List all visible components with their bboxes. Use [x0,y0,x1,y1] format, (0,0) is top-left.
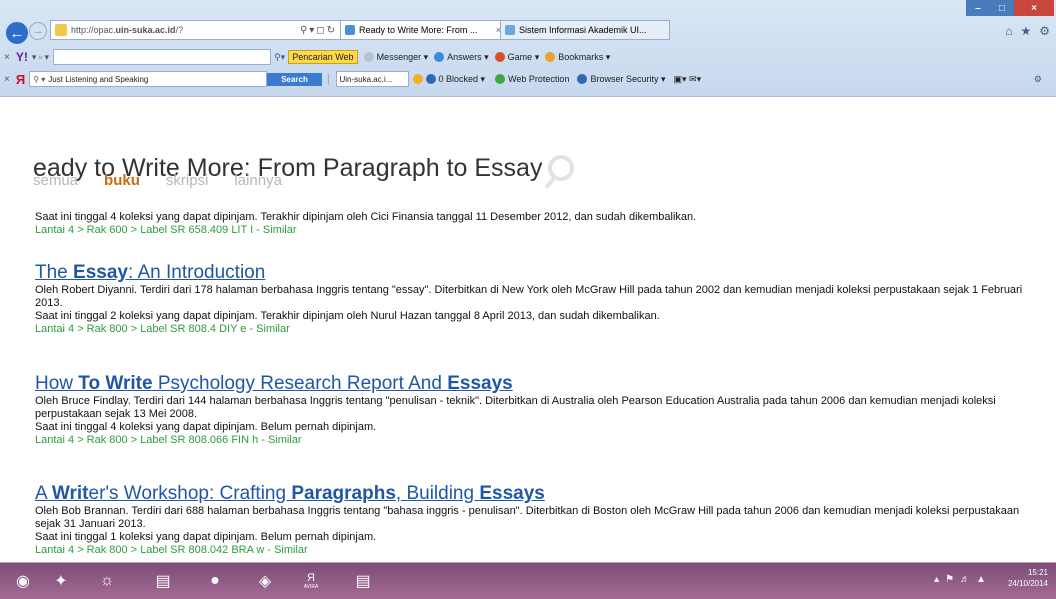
clock-time: 15:21 [1027,568,1048,577]
tab-sistem-informasi[interactable]: Sistem Informasi Akademik UI... [500,20,670,40]
warning-icon [412,74,423,85]
twitter-icon[interactable]: ✦ [44,565,78,597]
magnifier-icon[interactable] [548,155,575,181]
toolbar-separator-icon: │ [325,74,332,84]
result-description: Oleh Bob Brannan. Terdiri dari 688 halam… [35,505,1020,530]
system-tray-icons[interactable]: ▴⚑♬▲ [934,574,992,585]
bookmarks-button[interactable]: Bookmarks ▾ [545,52,610,63]
settings-gear-icon[interactable]: ⚙ [1039,24,1050,38]
toolbar-options-icon[interactable]: ⚙ [1034,74,1042,85]
tab-buku[interactable]: buku [104,172,140,189]
game-icon [494,52,505,63]
tab-lainnya[interactable]: lainnya [234,172,282,189]
avira-taskbar-icon[interactable]: Я AVIRA [294,565,328,597]
browser-security-button[interactable]: Browser Security ▾ [577,74,666,85]
result-availability: Saat ini tinggal 4 koleksi yang dapat di… [35,421,377,433]
game-button[interactable]: Game ▾ [494,52,539,63]
result-description: Oleh Bruce Findlay. Terdiri dari 144 hal… [35,395,996,420]
blocked-button[interactable]: 0 Blocked ▾ [412,74,485,85]
back-button[interactable]: ← [4,20,30,46]
tab-favicon-icon [505,25,515,35]
forward-button[interactable]: → [29,22,47,40]
yahoo-search-icon[interactable]: ⚲▾ [274,52,285,63]
file-explorer-icon[interactable]: ▤ [146,565,180,597]
result-item: How To Write Psychology Research Report … [35,373,1025,447]
web-protection-button[interactable]: Web Protection [495,74,569,85]
tab-skripsi[interactable]: skripsi [166,172,209,189]
result-availability: Saat ini tinggal 2 koleksi yang dapat di… [35,310,660,322]
answers-button[interactable]: Answers ▾ [434,52,489,63]
avira-search-button[interactable]: Search [267,72,322,86]
address-url: http://opac.uin-suka.ac.id/? [71,25,184,35]
result-item: The Essay: An Introduction Oleh Robert D… [35,262,1025,336]
tab-favicon-icon [345,25,355,35]
search-value: Just Listening and Speaking [48,74,149,84]
result-location[interactable]: Lantai 4 > Rak 800 > Label SR 808.066 FI… [35,434,1025,447]
tab-semua[interactable]: semua [33,172,78,189]
category-tabs: semua buku skripsi lainnya [33,172,282,189]
window-controls: – □ × [966,0,1054,16]
answers-icon [434,52,445,63]
media-icon[interactable]: ◈ [248,565,282,597]
internet-explorer-icon[interactable]: ☼ [90,565,124,597]
toolbar-close-icon[interactable]: × [4,74,10,85]
facebook-icon[interactable]: ▣▾ ✉▾ [674,74,702,85]
result-title[interactable]: The Essay: An Introduction [35,262,1025,284]
yahoo-logo-icon[interactable]: Y! [16,50,28,64]
site-safety-field[interactable]: Uin-suka.ac.i... [335,71,409,87]
toolbar-dropdown-icon[interactable]: ▾ ▫ ▾ [32,52,49,63]
browser-chrome: ← → http://opac.uin-suka.ac.id/? ⚲▾◻↻ Re… [0,0,1056,97]
result-description: Oleh Robert Diyanni. Terdiri dari 178 ha… [35,284,1023,309]
browser-tools: ⌂ ★ ⚙ [1005,24,1050,38]
messenger-button[interactable]: Messenger ▾ [363,52,428,63]
result-availability: Saat ini tinggal 1 koleksi yang dapat di… [35,531,377,543]
home-icon[interactable]: ⌂ [1005,24,1012,38]
result-title[interactable]: How To Write Psychology Research Report … [35,373,1025,395]
messenger-icon [363,52,374,63]
result-item: A Writer's Workshop: Crafting Paragraphs… [35,483,1025,557]
address-bar[interactable]: http://opac.uin-suka.ac.id/? ⚲▾◻↻ [50,20,342,40]
shield-check-icon [495,74,506,85]
toolbar-close-icon[interactable]: × [4,52,10,63]
result-title[interactable]: A Writer's Workshop: Crafting Paragraphs… [35,483,1025,505]
avira-search-input[interactable]: ⚲ ▾ Just Listening and Speaking [29,71,268,87]
avira-logo-icon[interactable]: Я [16,72,25,87]
tab-label: Ready to Write More: From ... [359,25,478,35]
search-icon: ⚲ ▾ [33,74,46,84]
clock-date: 24/10/2014 [1007,579,1048,588]
blocked-icon [425,74,436,85]
pencarian-web-button[interactable]: Pencarian Web [288,50,358,64]
tab-ready-to-write[interactable]: Ready to Write More: From ... × [340,20,506,40]
result-location[interactable]: Lantai 4 > Rak 800 > Label SR 808.4 DIY … [35,323,1025,336]
yahoo-toolbar: × Y! ▾ ▫ ▾ ⚲▾ Pencarian Web Messenger ▾ … [0,48,1056,66]
result-location[interactable]: Lantai 4 > Rak 600 > Label SR 658.409 LI… [35,224,1025,237]
address-controls-icon[interactable]: ⚲▾◻↻ [300,25,341,36]
taskbar-clock[interactable]: 15:21 24/10/2014 [1008,567,1048,589]
site-favicon-icon [55,24,67,36]
result-item: Saat ini tinggal 4 koleksi yang dapat di… [35,211,1025,237]
favorites-star-icon[interactable]: ★ [1020,24,1031,38]
start-button-icon[interactable]: ◉ [6,565,40,597]
bookmarks-icon [545,52,556,63]
taskbar: ◉ ✦ ☼ ▤ ● ◈ Я AVIRA ▤ ▴⚑♬▲ 15:21 24/10/20… [0,562,1056,599]
result-availability: Saat ini tinggal 4 koleksi yang dapat di… [35,211,697,223]
maximize-button[interactable]: □ [990,0,1014,16]
result-location[interactable]: Lantai 4 > Rak 800 > Label SR 808.042 BR… [35,544,1025,557]
close-button[interactable]: × [1014,0,1054,16]
yahoo-search-input[interactable] [53,49,272,65]
word-icon[interactable]: ▤ [346,565,380,597]
firefox-icon[interactable]: ● [198,565,232,597]
avira-toolbar: × Я ⚲ ▾ Just Listening and Speaking Sear… [0,70,1056,88]
minimize-button[interactable]: – [966,0,990,16]
tab-label: Sistem Informasi Akademik UI... [519,25,647,35]
lock-icon [577,74,588,85]
